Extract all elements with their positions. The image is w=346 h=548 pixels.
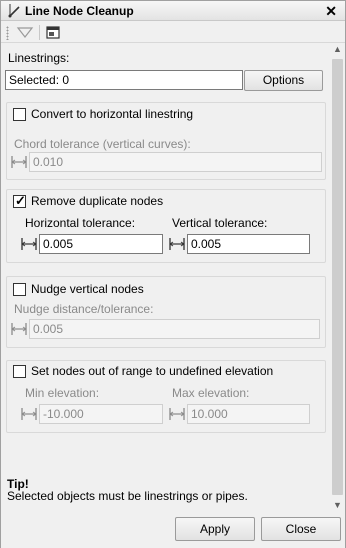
distance-icon	[11, 323, 27, 335]
distance-icon	[21, 238, 37, 250]
panel-icon[interactable]	[45, 24, 61, 41]
filter-icon[interactable]	[15, 24, 35, 41]
horizontal-checkbox-label[interactable]: Convert to horizontal linestring	[31, 107, 193, 121]
apply-button[interactable]: Apply	[175, 517, 255, 541]
window-title: Line Node Cleanup	[25, 4, 134, 18]
vertical-tolerance-label: Vertical tolerance:	[172, 216, 268, 230]
dialog-footer: Apply Close	[1, 511, 345, 548]
duplicates-checkbox-label[interactable]: Remove duplicate nodes	[31, 194, 163, 208]
toolbar	[1, 22, 345, 43]
nudge-distance-label: Nudge distance/tolerance:	[14, 302, 154, 316]
scroll-up-icon[interactable]: ▲	[333, 44, 342, 54]
range-checkbox[interactable]	[13, 365, 26, 378]
tip-text: Selected objects must be linestrings or …	[7, 489, 248, 503]
chord-tolerance-field[interactable]: 0.010	[29, 152, 322, 172]
nudge-distance-field[interactable]: 0.005	[29, 319, 320, 339]
max-elevation-field[interactable]: 10.000	[187, 404, 310, 424]
line-tool-icon	[8, 4, 20, 18]
duplicates-checkbox[interactable]: ✓	[13, 193, 26, 208]
vertical-tolerance-field[interactable]: 0.005	[187, 234, 310, 254]
distance-icon	[169, 408, 185, 420]
nudge-checkbox[interactable]	[13, 283, 26, 296]
scroll-down-icon[interactable]: ▼	[333, 500, 342, 510]
horizontal-tolerance-label: Horizontal tolerance:	[25, 216, 136, 230]
scrollbar-thumb[interactable]	[332, 59, 343, 495]
title-bar: Line Node Cleanup ✕	[1, 1, 345, 21]
close-icon[interactable]: ✕	[325, 2, 337, 20]
close-button[interactable]: Close	[261, 517, 341, 541]
distance-icon	[21, 408, 37, 420]
line-node-cleanup-window: Line Node Cleanup ✕ Linestrings: Selecte…	[0, 0, 346, 548]
horizontal-checkbox[interactable]	[13, 108, 26, 121]
distance-icon	[11, 156, 27, 168]
max-elevation-label: Max elevation:	[172, 386, 250, 400]
distance-icon	[169, 238, 185, 250]
chord-tolerance-label: Chord tolerance (vertical curves):	[14, 137, 191, 151]
linestrings-label: Linestrings:	[8, 51, 70, 65]
form-content: Linestrings: Selected: 0 Options Convert…	[1, 43, 330, 509]
selection-field[interactable]: Selected: 0	[5, 70, 243, 90]
nudge-checkbox-label[interactable]: Nudge vertical nodes	[31, 282, 144, 296]
min-elevation-label: Min elevation:	[25, 386, 100, 400]
range-checkbox-label[interactable]: Set nodes out of range to undefined elev…	[31, 364, 273, 378]
vertical-scrollbar[interactable]: ▲ ▼	[330, 43, 345, 511]
options-button[interactable]: Options	[244, 70, 323, 91]
min-elevation-field[interactable]: -10.000	[39, 404, 163, 424]
horizontal-tolerance-field[interactable]: 0.005	[39, 234, 163, 254]
toolbar-separator	[39, 25, 40, 40]
toolbar-grip[interactable]	[6, 26, 9, 40]
